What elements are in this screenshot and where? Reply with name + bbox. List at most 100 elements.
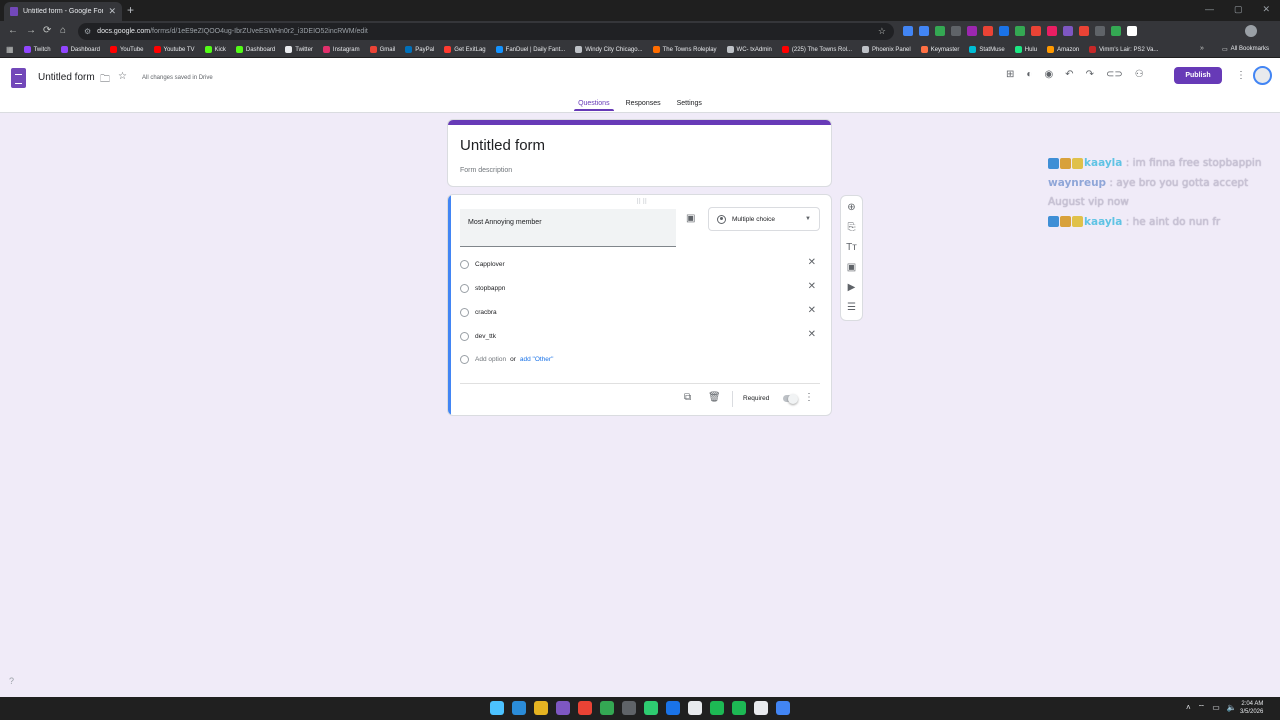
browser-tab[interactable]: Untitled form - Google Forms ✕ xyxy=(4,2,122,21)
customize-theme-icon[interactable]: ◐ xyxy=(1026,69,1032,80)
extension-icon[interactable] xyxy=(919,26,929,36)
import-questions-icon[interactable]: ⎘ xyxy=(848,222,856,234)
option-label[interactable]: dev_ttk xyxy=(475,333,496,340)
publish-button[interactable]: Publish xyxy=(1174,67,1222,84)
taskbar-app-icon[interactable] xyxy=(666,701,680,715)
more-bookmarks-icon[interactable]: » xyxy=(1200,45,1204,52)
option-label[interactable]: Capplover xyxy=(475,261,505,268)
extension-icon[interactable] xyxy=(1015,26,1025,36)
google-forms-logo-icon[interactable] xyxy=(11,68,26,88)
taskbar-app-icon[interactable] xyxy=(600,701,614,715)
bookmark-item[interactable]: Dashboard xyxy=(235,46,275,53)
taskbar-app-icon[interactable] xyxy=(732,701,746,715)
delete-icon[interactable]: 🗑 xyxy=(708,392,721,403)
question-title-field[interactable]: Most Annoying member xyxy=(460,209,676,247)
profile-avatar[interactable] xyxy=(1245,25,1257,37)
bookmark-item[interactable]: Dashboard xyxy=(60,46,100,53)
document-title[interactable]: Untitled form xyxy=(38,72,95,83)
bookmark-item[interactable]: Windy City Chicago... xyxy=(575,46,643,53)
remove-option-icon[interactable]: ✕ xyxy=(808,305,816,316)
question-type-dropdown[interactable]: Multiple choice ▼ xyxy=(708,207,820,231)
maximize-icon[interactable]: ▢ xyxy=(1234,4,1243,15)
taskbar-app-icon[interactable] xyxy=(688,701,702,715)
extension-icon[interactable] xyxy=(1079,26,1089,36)
question-more-icon[interactable]: ⋮ xyxy=(804,392,814,403)
bookmark-item[interactable]: The Towns Roleplay xyxy=(652,46,717,53)
bookmark-item[interactable]: Amazon xyxy=(1047,46,1079,53)
bookmark-item[interactable]: (225) The Towns Rol... xyxy=(781,46,852,53)
reload-icon[interactable]: ⟳ xyxy=(43,25,51,36)
account-avatar[interactable] xyxy=(1253,66,1272,85)
form-title[interactable]: Untitled form xyxy=(460,137,545,154)
taskbar-app-icon[interactable] xyxy=(710,701,724,715)
display-icon[interactable]: ▭ xyxy=(1212,703,1220,713)
network-icon[interactable]: ⌔ xyxy=(1198,703,1206,713)
remove-option-icon[interactable]: ✕ xyxy=(808,329,816,340)
volume-icon[interactable]: 🔈 xyxy=(1227,703,1237,713)
extension-icon[interactable] xyxy=(1095,26,1105,36)
taskbar-app-icon[interactable] xyxy=(776,701,790,715)
tab-settings[interactable]: Settings xyxy=(673,98,706,111)
add-other-button[interactable]: add "Other" xyxy=(520,356,554,363)
extension-icon[interactable] xyxy=(1047,26,1057,36)
copy-link-icon[interactable]: ⊂⊃ xyxy=(1106,69,1123,80)
taskbar-app-icon[interactable] xyxy=(534,701,548,715)
start-windows-icon[interactable] xyxy=(490,701,504,715)
bookmark-item[interactable]: Hulu xyxy=(1014,46,1037,53)
system-clock[interactable]: 2:04 AM 3/5/2026 xyxy=(1240,700,1263,716)
add-collaborators-icon[interactable]: ⚇ xyxy=(1135,69,1144,80)
bookmark-item[interactable]: StatMuse xyxy=(969,46,1005,53)
bookmark-item[interactable]: Gmail xyxy=(369,46,395,53)
option-label[interactable]: cracbra xyxy=(475,309,497,316)
apps-grid-icon[interactable]: ▦ xyxy=(6,45,14,54)
add-image-icon[interactable]: ▣ xyxy=(686,213,695,224)
minimize-icon[interactable]: — xyxy=(1205,4,1214,15)
extension-icon[interactable] xyxy=(1063,26,1073,36)
tray-overflow-icon[interactable]: ˄ xyxy=(1186,703,1191,713)
extension-icon[interactable] xyxy=(983,26,993,36)
add-ons-icon[interactable]: ⊞ xyxy=(1006,69,1014,80)
taskbar-app-icon[interactable] xyxy=(644,701,658,715)
option-label[interactable]: stopbappn xyxy=(475,285,505,292)
add-section-icon[interactable]: ☰ xyxy=(847,302,856,314)
address-bar[interactable]: ⚙ docs.google.com /forms/d/1eE9eZIQOO4ug… xyxy=(78,23,894,40)
add-image-icon[interactable]: ▣ xyxy=(847,262,856,274)
remove-option-icon[interactable]: ✕ xyxy=(808,257,816,268)
extension-icon[interactable] xyxy=(999,26,1009,36)
undo-icon[interactable]: ↶ xyxy=(1065,69,1073,80)
move-to-folder-icon[interactable]: 🗀 xyxy=(100,72,110,89)
bookmark-star-icon[interactable]: ☆ xyxy=(878,26,886,37)
question-card[interactable]: ⠿⠿ Most Annoying member ▣ Multiple choic… xyxy=(447,194,832,416)
taskbar-app-icon[interactable] xyxy=(556,701,570,715)
bookmark-item[interactable]: Vimm's Lair: PS2 Va... xyxy=(1089,46,1158,53)
close-tab-icon[interactable]: ✕ xyxy=(108,6,116,17)
redo-icon[interactable]: ↷ xyxy=(1086,69,1094,80)
taskbar-app-icon[interactable] xyxy=(578,701,592,715)
back-icon[interactable]: ← xyxy=(8,25,18,36)
duplicate-icon[interactable]: ⧉ xyxy=(684,392,691,403)
extension-icon[interactable] xyxy=(1031,26,1041,36)
form-title-card[interactable]: Untitled form Form description xyxy=(447,119,832,187)
bookmark-item[interactable]: Get ExitLag xyxy=(444,46,486,53)
option-row[interactable]: Capplover ✕ xyxy=(460,257,820,271)
bookmark-item[interactable]: Instagram xyxy=(322,46,360,53)
star-icon[interactable]: ☆ xyxy=(118,71,127,82)
option-row[interactable]: dev_ttk ✕ xyxy=(460,329,820,343)
bookmark-item[interactable]: Phoenix Panel xyxy=(862,46,911,53)
extension-icon[interactable] xyxy=(951,26,961,36)
extension-icon[interactable] xyxy=(967,26,977,36)
add-video-icon[interactable]: ▶ xyxy=(848,282,856,294)
tab-questions[interactable]: Questions xyxy=(574,98,614,111)
bookmark-item[interactable]: Twitter xyxy=(285,46,313,53)
forward-icon[interactable]: → xyxy=(26,25,36,36)
bookmark-item[interactable]: FanDuel | Daily Fant... xyxy=(495,46,565,53)
extension-icon[interactable] xyxy=(1127,26,1137,36)
bookmark-item[interactable]: YouTube xyxy=(109,46,144,53)
form-description-field[interactable]: Form description xyxy=(460,167,512,174)
tab-responses[interactable]: Responses xyxy=(622,98,665,111)
all-bookmarks[interactable]: ▭ All Bookmarks xyxy=(1222,46,1269,53)
remove-option-icon[interactable]: ✕ xyxy=(808,281,816,292)
add-title-description-icon[interactable]: Tт xyxy=(846,242,857,254)
extension-icon[interactable] xyxy=(1111,26,1121,36)
option-row[interactable]: cracbra ✕ xyxy=(460,305,820,319)
